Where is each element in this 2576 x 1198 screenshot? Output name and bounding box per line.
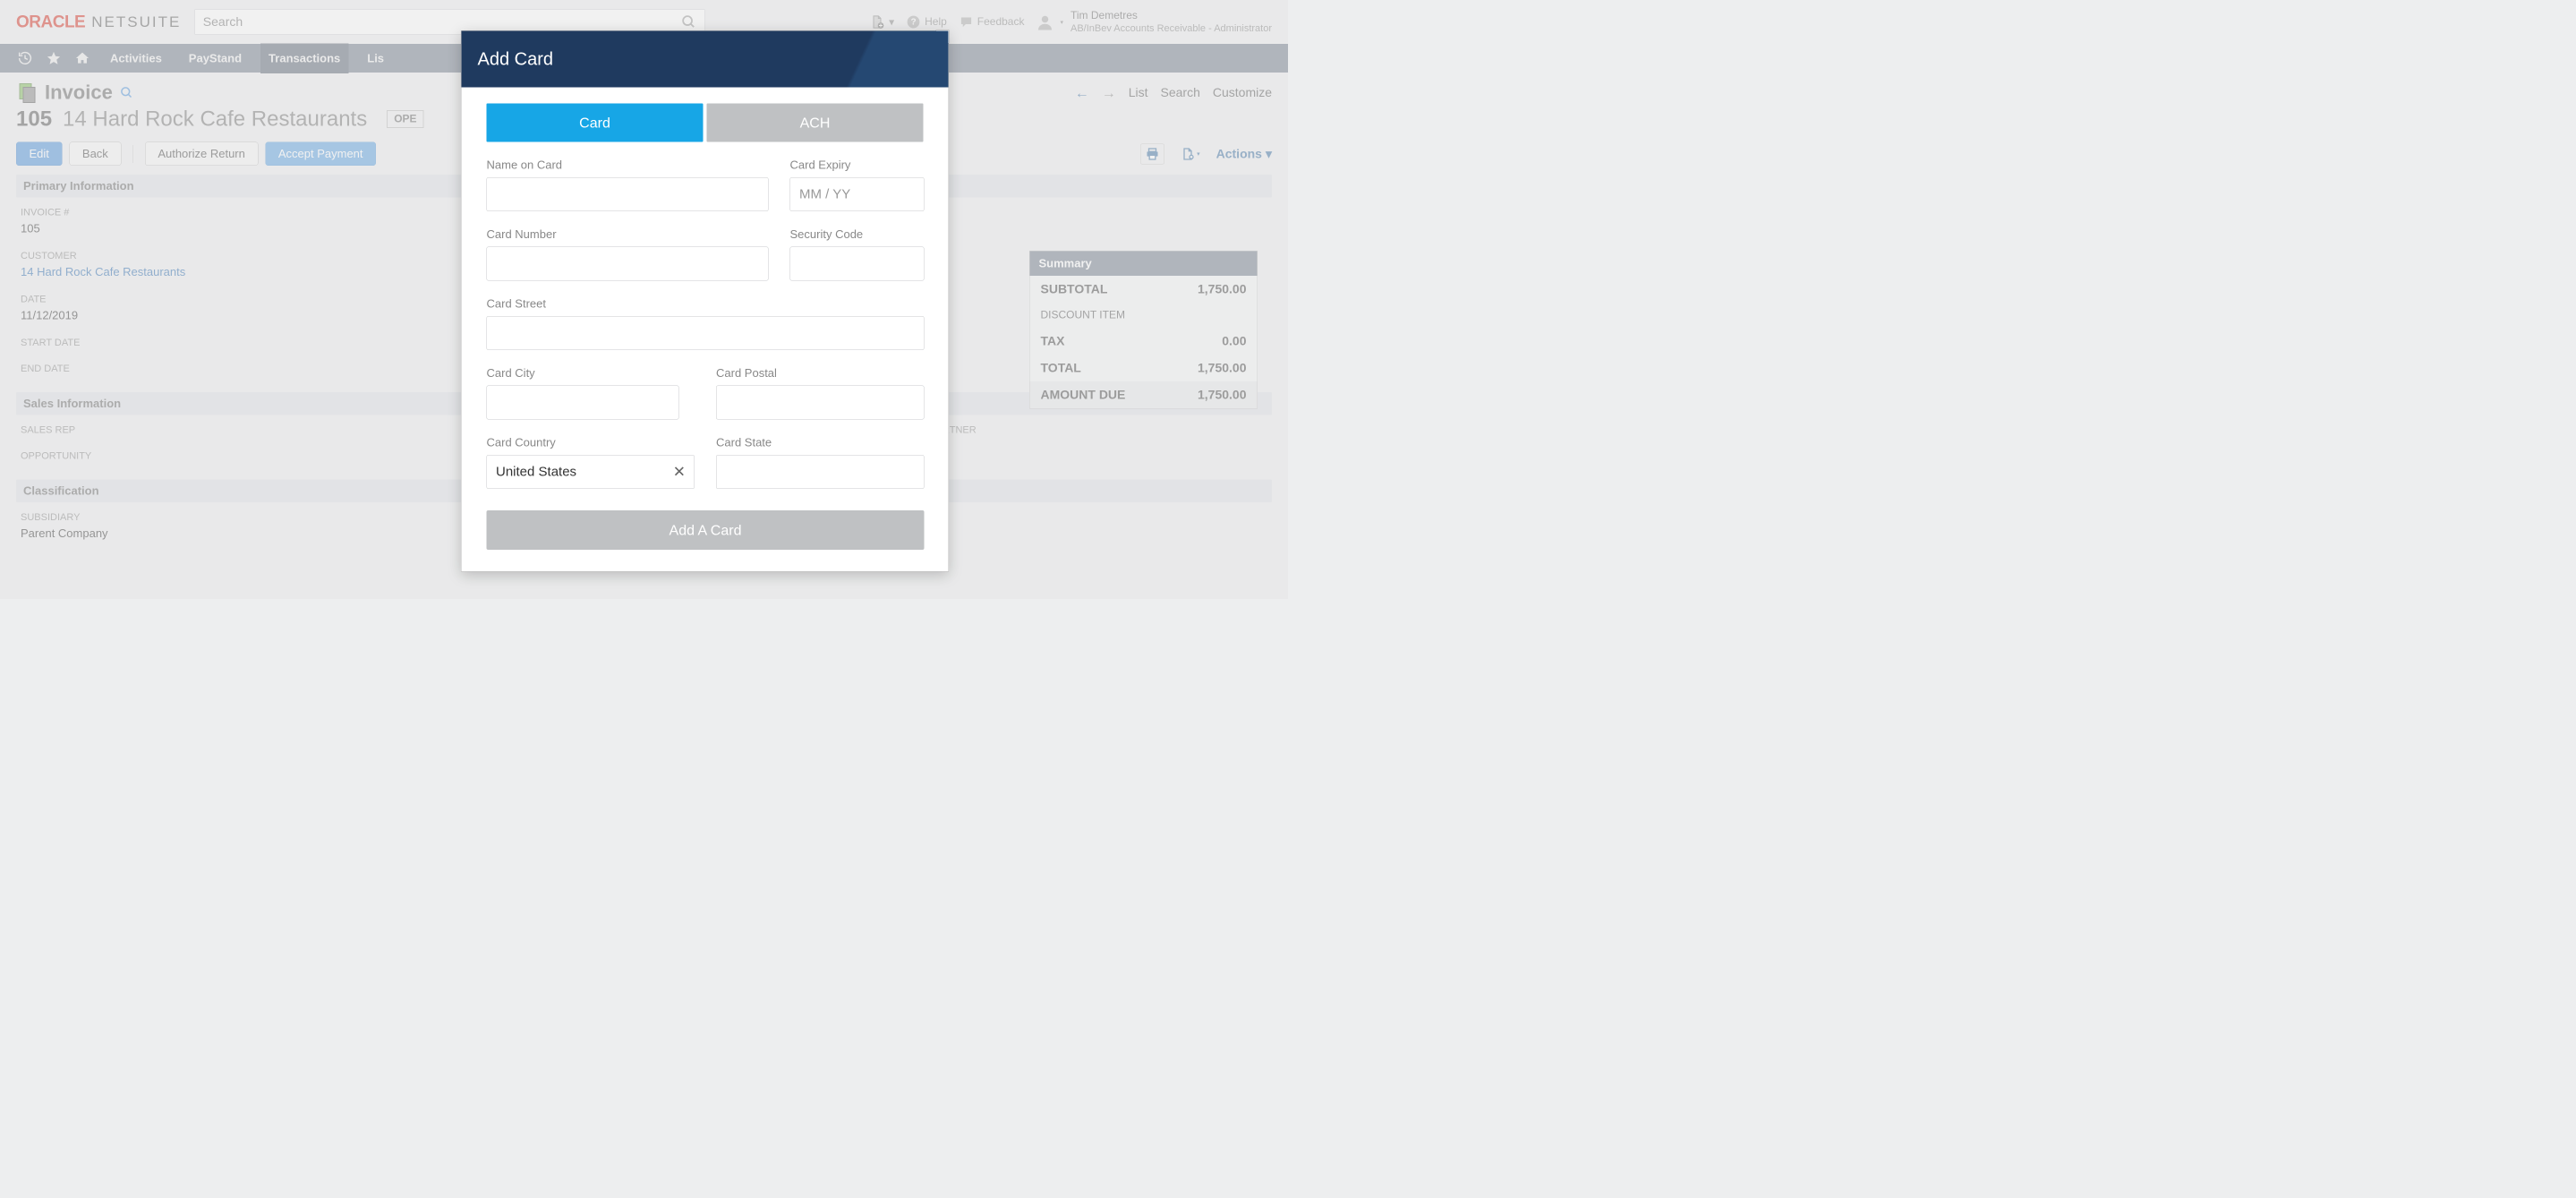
card-postal-label: Card Postal: [716, 366, 925, 381]
add-card-modal: ✕ Add Card Card ACH Name on Card Card Ex…: [461, 30, 949, 572]
card-state-input[interactable]: [716, 455, 925, 489]
card-number-input[interactable]: [487, 247, 769, 281]
security-code-label: Security Code: [790, 227, 925, 242]
card-expiry-label: Card Expiry: [790, 158, 925, 173]
card-street-label: Card Street: [487, 297, 925, 312]
modal-title: Add Card: [478, 49, 553, 70]
tab-card[interactable]: Card: [487, 104, 704, 142]
security-code-input[interactable]: [790, 247, 925, 281]
card-state-label: Card State: [716, 436, 925, 450]
name-on-card-input[interactable]: [487, 177, 769, 211]
card-expiry-input[interactable]: [790, 177, 925, 211]
card-city-label: Card City: [487, 366, 695, 381]
name-on-card-label: Name on Card: [487, 158, 769, 173]
card-number-label: Card Number: [487, 227, 769, 242]
card-postal-input[interactable]: [716, 386, 925, 420]
add-a-card-button[interactable]: Add A Card: [487, 510, 925, 550]
card-city-input[interactable]: [487, 386, 679, 420]
tab-ach[interactable]: ACH: [707, 104, 924, 142]
card-country-input[interactable]: [487, 455, 695, 489]
card-street-input[interactable]: [487, 316, 925, 350]
clear-icon[interactable]: ✕: [673, 463, 686, 481]
card-country-label: Card Country: [487, 436, 695, 450]
